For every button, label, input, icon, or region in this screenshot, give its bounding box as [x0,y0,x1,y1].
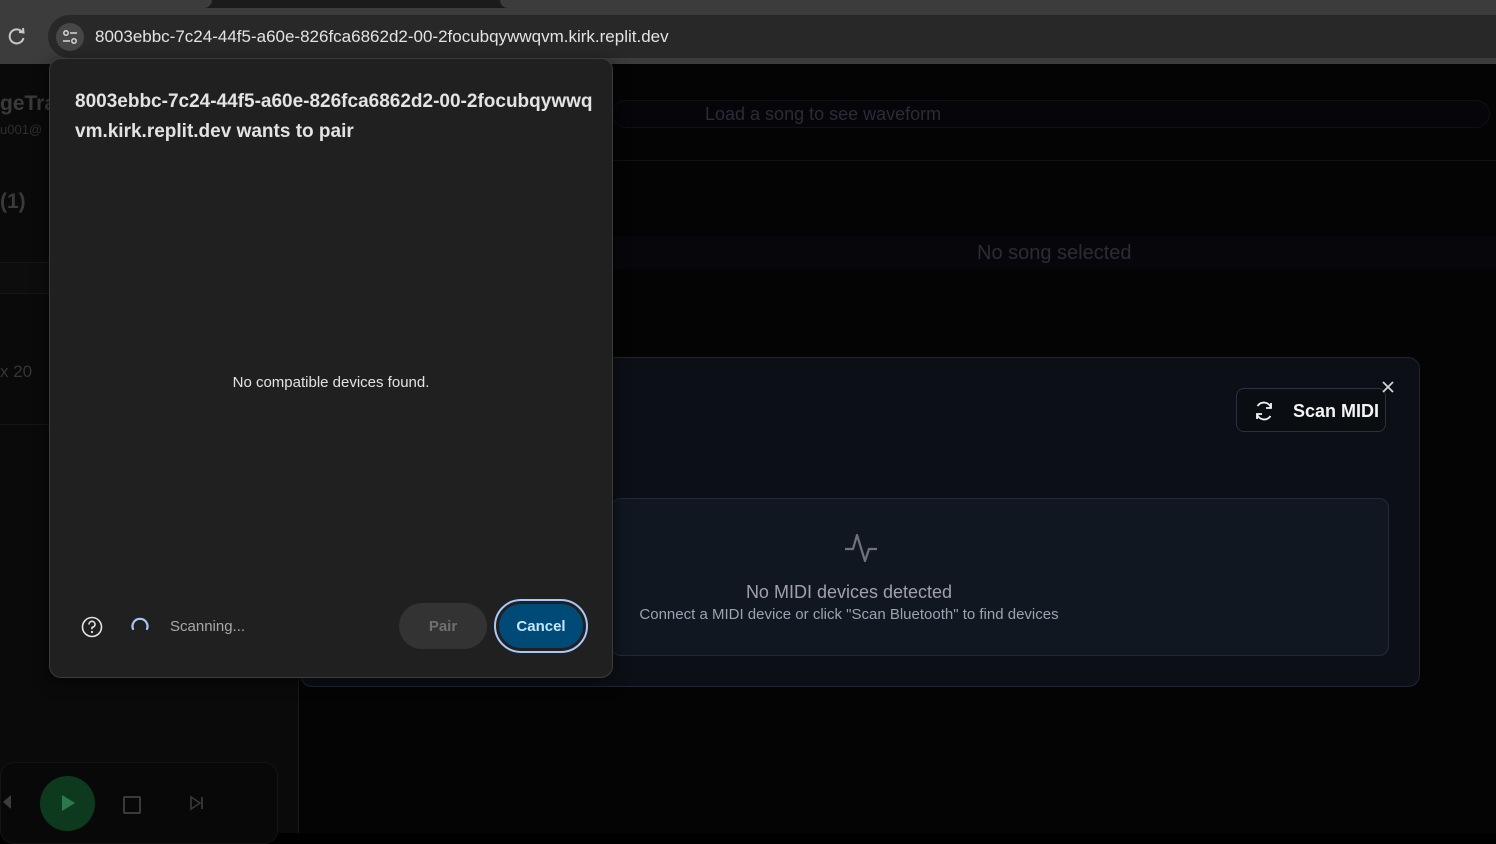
tab-strip [0,0,1496,8]
url-text[interactable]: 8003ebbc-7c24-44f5-a60e-826fca6862d2-00-… [95,27,669,47]
reload-icon[interactable] [6,25,28,47]
browser-toolbar: 8003ebbc-7c24-44f5-a60e-826fca6862d2-00-… [0,8,1496,64]
pair-button[interactable]: Pair [399,603,487,649]
cancel-focus-ring: Cancel [494,599,588,653]
skip-forward-icon[interactable] [189,795,205,811]
address-bar[interactable]: 8003ebbc-7c24-44f5-a60e-826fca6862d2-00-… [48,15,1496,58]
dialog-title: 8003ebbc-7c24-44f5-a60e-826fca6862d2-00-… [75,91,593,142]
content-divider [612,160,1496,161]
scanning-status: Scanning... [170,618,246,635]
loop-count: x 20 [0,362,33,381]
transport-controls [0,762,278,844]
scan-midi-label: Scan MIDI [1293,401,1380,421]
refresh-icon [1256,401,1272,421]
user-email: u001@ [0,122,43,137]
tune-icon[interactable] [56,23,84,51]
stop-icon[interactable] [123,796,141,814]
browser-tab[interactable] [0,0,212,8]
browser-tab-active[interactable] [500,0,1496,8]
previous-icon[interactable] [3,795,11,809]
section-count: (1) [0,190,26,213]
play-icon[interactable] [40,776,95,831]
cancel-button[interactable]: Cancel [499,604,583,648]
waveform-placeholder: Load a song to see waveform [705,104,942,124]
close-icon[interactable] [1379,378,1397,396]
loading-spinner-icon [130,616,150,636]
app-brand: geTra [0,92,57,115]
activity-pulse-icon [843,529,879,570]
midi-empty-state [611,498,1389,656]
no-devices-message: No compatible devices found. [232,374,430,391]
bluetooth-pair-dialog: 8003ebbc-7c24-44f5-a60e-826fca6862d2-00-… [49,58,613,678]
help-icon[interactable] [81,616,103,638]
no-song-text: No song selected [977,242,1132,264]
scan-midi-button[interactable]: Scan MIDI [1236,388,1386,432]
